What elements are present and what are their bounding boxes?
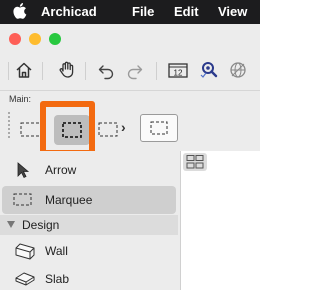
main-palette-label: Main: xyxy=(9,94,32,104)
toolbox-item-arrow[interactable]: Arrow xyxy=(0,156,178,184)
menu-file[interactable]: File xyxy=(132,4,154,20)
toolbox-item-label: Wall xyxy=(45,244,68,258)
toolbar-separator xyxy=(42,62,43,80)
toolbar-separator xyxy=(156,62,157,80)
toolbox-item-slab[interactable]: Slab xyxy=(0,265,178,293)
home-icon[interactable] xyxy=(12,58,36,82)
minimize-window-button[interactable] xyxy=(29,33,41,45)
toolbar-separator xyxy=(85,62,86,80)
highlight-annotation-box xyxy=(40,101,95,156)
section-label: Design xyxy=(22,218,60,232)
undo-icon[interactable] xyxy=(94,58,118,82)
grid-view-icon[interactable] xyxy=(183,153,207,171)
marquee-options-button[interactable] xyxy=(140,114,178,142)
find-select-icon[interactable] xyxy=(197,58,221,82)
menu-bar: Archicad File Edit View xyxy=(0,0,260,24)
layout-book-number: 12 xyxy=(174,69,183,78)
wall-icon xyxy=(14,242,36,265)
toolbox-item-wall[interactable]: Wall xyxy=(0,237,178,265)
marquee-icon xyxy=(12,191,34,214)
toolbar-separator xyxy=(8,62,9,80)
pan-hand-icon[interactable] xyxy=(55,58,79,82)
menu-edit[interactable]: Edit xyxy=(174,4,199,20)
toolbox-item-label: Marquee xyxy=(45,193,93,207)
toolbox-panel: Arrow Marquee Design Wall Slab xyxy=(0,151,181,290)
close-window-button[interactable] xyxy=(9,33,21,45)
disclosure-triangle-icon xyxy=(7,221,15,228)
globe-3d-icon[interactable] xyxy=(226,58,250,82)
redo-icon[interactable] xyxy=(123,58,147,82)
menu-archicad[interactable]: Archicad xyxy=(41,4,97,20)
apple-icon[interactable] xyxy=(13,2,29,24)
toolbox-item-label: Slab xyxy=(45,272,70,286)
toolbox-item-label: Arrow xyxy=(45,163,77,177)
toolbox-item-marquee[interactable]: Marquee xyxy=(2,186,176,214)
zoom-window-button[interactable] xyxy=(49,33,61,45)
arrow-pointer-icon xyxy=(14,161,32,184)
palette-grip[interactable] xyxy=(8,112,12,138)
menu-view[interactable]: View xyxy=(218,4,247,20)
toolbox-section-design[interactable]: Design xyxy=(0,215,178,235)
layout-book-icon[interactable]: 12 xyxy=(166,58,190,82)
more-tools-chevron-icon[interactable]: › xyxy=(121,119,133,139)
